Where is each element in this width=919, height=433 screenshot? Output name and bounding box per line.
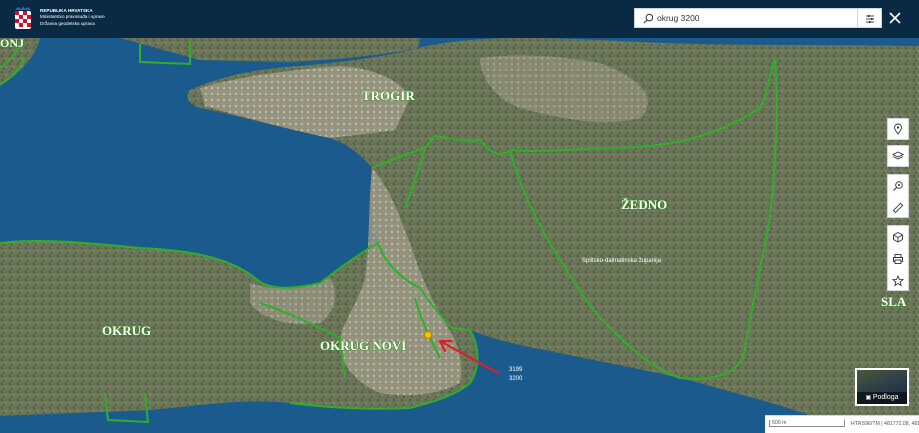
filter-button[interactable] (858, 8, 882, 28)
map-label-okrug: OKRUG (102, 323, 151, 338)
measure-button[interactable] (888, 197, 908, 219)
parcel-number-3199: 3199 (509, 367, 523, 373)
search-input[interactable] (657, 11, 852, 25)
croatia-coat-of-arms-icon (15, 6, 31, 29)
map-label-oni: ONJ (0, 38, 24, 50)
layers-icon (892, 151, 904, 160)
close-icon[interactable] (886, 9, 904, 27)
zoom-search-button[interactable] (888, 175, 908, 197)
extra-tools-group (887, 225, 909, 291)
zoom-search-icon (893, 181, 903, 191)
favorite-button[interactable] (888, 270, 908, 292)
location-button[interactable] (887, 118, 909, 140)
search-icon (643, 13, 654, 24)
favorite-star-icon (892, 275, 904, 287)
measure-tools-group (887, 174, 909, 218)
app-header: REPUBLIKA HRVATSKA Ministarstvo pravosuđ… (0, 0, 919, 38)
map-canvas[interactable]: TROGIR ŽEDNO OKRUG OKRUG NOVI SLA ONJ Sp… (0, 38, 919, 432)
sliders-icon (866, 15, 874, 23)
basemap-icon: ▣ (865, 395, 873, 401)
parcel-marker[interactable] (424, 331, 432, 339)
coordinates-readout: HTRS96/TM | 481772.08, 4816349.35 (851, 421, 919, 427)
cube-icon (893, 231, 903, 243)
map-footer: 500 m HTRS96/TM | 481772.08, 4816349.35 (765, 415, 919, 433)
basemap-label: ▣ Podloga (857, 392, 907, 404)
search-box[interactable] (634, 8, 858, 28)
location-pin-icon (894, 123, 902, 135)
organization-name: REPUBLIKA HRVATSKA Ministarstvo pravosuđ… (40, 8, 105, 27)
map-label-county: Splitsko-dalmatinska županija (582, 258, 662, 264)
scale-bar: 500 m (769, 420, 845, 427)
map-label-trogir: TROGIR (362, 88, 415, 103)
print-button[interactable] (888, 248, 908, 270)
print-icon (893, 254, 903, 264)
org-line-3: Državna geodetska uprava (40, 20, 95, 26)
map-label-okrug-novi: OKRUG NOVI (320, 338, 406, 353)
basemap-label-text: Podloga (872, 394, 899, 401)
map-label-sla: SLA (881, 294, 907, 309)
3d-view-button[interactable] (888, 226, 908, 248)
basemap-switcher[interactable]: ▣ Podloga (855, 368, 909, 406)
layers-button[interactable] (887, 145, 909, 167)
org-line-2: Ministarstvo pravosuđa i uprave (40, 14, 105, 20)
parcel-number-3200: 3200 (509, 376, 523, 382)
map-label-zedno: ŽEDNO (621, 197, 667, 212)
measure-ruler-icon (892, 202, 904, 214)
